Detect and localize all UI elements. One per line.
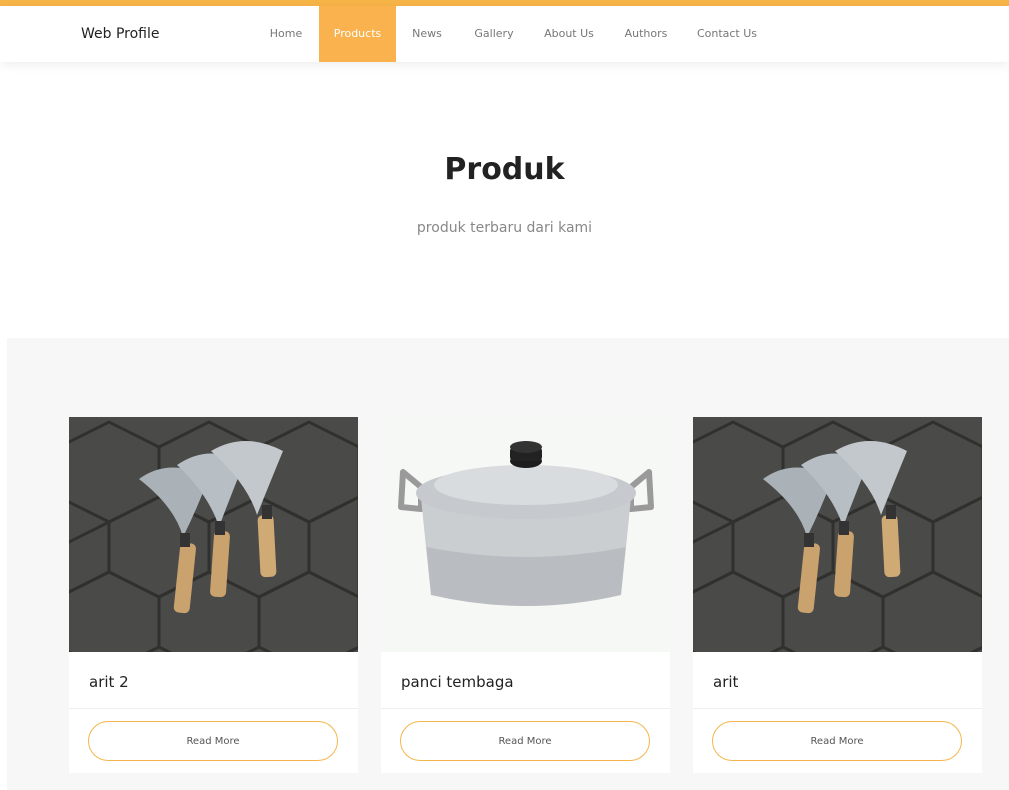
page-title: Produk [444,152,565,187]
nav-news[interactable]: News [404,6,450,62]
product-title[interactable]: arit [713,673,738,691]
sickles-photo [693,417,982,652]
nav-products[interactable]: Products [319,6,396,62]
product-card: arit 2 Read More [69,417,358,773]
card-divider [69,708,358,709]
read-more-button[interactable]: Read More [400,721,650,761]
nav-gallery[interactable]: Gallery [468,6,520,62]
read-more-button[interactable]: Read More [88,721,338,761]
nav-contact-us[interactable]: Contact Us [692,6,762,62]
navbar: Web Profile Home Products News Gallery A… [0,6,1009,62]
product-card: panci tembaga Read More [381,417,670,773]
pot-photo [381,417,670,652]
product-image-pot[interactable] [381,417,670,652]
brand-logo[interactable]: Web Profile [81,6,160,62]
card-divider [693,708,982,709]
nav-home[interactable]: Home [262,6,310,62]
product-title[interactable]: arit 2 [89,673,129,691]
product-image-sickles[interactable] [693,417,982,652]
product-card: arit Read More [693,417,982,773]
nav-authors[interactable]: Authors [618,6,674,62]
page-subtitle: produk terbaru dari kami [416,220,593,236]
sickles-photo [69,417,358,652]
read-more-button[interactable]: Read More [712,721,962,761]
product-title[interactable]: panci tembaga [401,673,514,691]
product-image-sickles[interactable] [69,417,358,652]
card-divider [381,708,670,709]
nav-about-us[interactable]: About Us [538,6,600,62]
